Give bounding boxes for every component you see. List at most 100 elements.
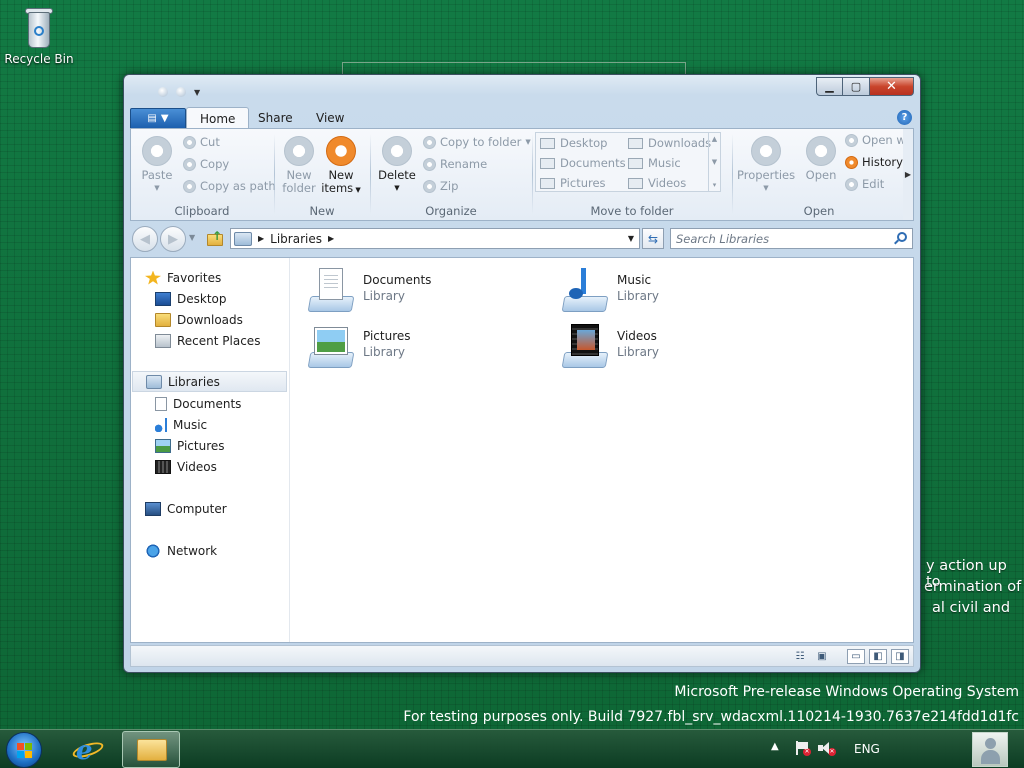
move-to-music-item[interactable]: Music bbox=[628, 156, 681, 170]
volume-muted-icon[interactable]: ✕ bbox=[818, 741, 836, 756]
recycle-bin-icon bbox=[22, 6, 56, 50]
gallery-expand-icon[interactable]: ▾ bbox=[713, 181, 717, 189]
nav-recent-places[interactable]: Recent Places bbox=[155, 330, 260, 351]
move-to-documents-item[interactable]: Documents bbox=[540, 156, 626, 170]
library-tile-videos[interactable]: Videos Library bbox=[561, 322, 801, 376]
music-icon bbox=[155, 417, 167, 432]
breadcrumb-libraries[interactable]: Libraries bbox=[270, 232, 322, 246]
nav-favorites[interactable]: Favorites bbox=[145, 267, 221, 288]
minimize-button[interactable]: ▁ bbox=[816, 77, 843, 96]
scroll-down-icon[interactable]: ▼ bbox=[712, 158, 717, 166]
nav-favorites-label: Favorites bbox=[167, 270, 222, 285]
properties-button[interactable]: Properties ▼ bbox=[737, 133, 795, 195]
open-button[interactable]: Open bbox=[799, 133, 843, 182]
breadcrumb-chevron-icon[interactable]: ▶ bbox=[328, 234, 334, 243]
details-pane-toggle-icon[interactable]: ◧ bbox=[869, 649, 887, 664]
nav-network[interactable]: Network bbox=[145, 540, 217, 561]
open-with-button[interactable]: Open w bbox=[845, 131, 906, 149]
navigation-pane-toggle-icon[interactable]: ▭ bbox=[847, 649, 865, 664]
back-button[interactable]: ◀ bbox=[132, 226, 158, 252]
address-bar[interactable]: ▶ Libraries ▶ ▼ bbox=[230, 228, 640, 249]
maximize-button[interactable]: ▢ bbox=[843, 77, 870, 96]
user-tile-icon[interactable] bbox=[972, 732, 1008, 767]
nav-music[interactable]: Music bbox=[155, 414, 207, 435]
library-tile-pictures[interactable]: Pictures Library bbox=[307, 322, 547, 376]
zip-button[interactable]: Zip bbox=[423, 177, 458, 195]
new-folder-label-line2: folder bbox=[282, 181, 316, 195]
tab-view[interactable]: View bbox=[303, 107, 357, 129]
nav-videos[interactable]: Videos bbox=[155, 456, 217, 477]
cut-button[interactable]: Cut bbox=[183, 133, 220, 151]
delete-button[interactable]: Delete ▼ bbox=[375, 133, 419, 195]
navigation-pane: Favorites Desktop Downloads Recent Place… bbox=[131, 258, 290, 642]
breadcrumb-chevron-icon[interactable]: ▶ bbox=[258, 234, 264, 243]
quick-access-new-folder-icon[interactable] bbox=[176, 87, 186, 97]
ribbon-tabs: ▤ ▼ Home Share View ? bbox=[130, 107, 914, 129]
nav-desktop[interactable]: Desktop bbox=[155, 288, 227, 309]
nav-libraries[interactable]: Libraries bbox=[132, 371, 287, 392]
action-center-flag-icon[interactable]: ✕ bbox=[794, 741, 811, 756]
rename-button[interactable]: Rename bbox=[423, 155, 487, 173]
quick-access-properties-icon[interactable] bbox=[158, 87, 168, 97]
file-menu-button[interactable]: ▤ ▼ bbox=[130, 108, 186, 129]
open-group-label: Open bbox=[803, 204, 835, 218]
file-explorer-taskbar-button[interactable] bbox=[122, 731, 180, 768]
copy-to-folder-label: Copy to folder bbox=[440, 135, 522, 149]
clipboard-group-label: Clipboard bbox=[174, 204, 230, 218]
explorer-window: ▼ ▁ ▢ ✕ ▤ ▼ Home Share View ? Paste ▼ Cut… bbox=[123, 74, 921, 673]
close-button[interactable]: ✕ bbox=[870, 77, 914, 96]
eula-text-line-3: al civil and bbox=[932, 600, 1011, 616]
ribbon-overflow-arrow-icon[interactable]: ▶ bbox=[903, 129, 913, 220]
recycle-bin-shortcut[interactable]: Recycle Bin bbox=[4, 6, 74, 66]
move-to-videos-item[interactable]: Videos bbox=[628, 176, 686, 190]
move-to-desktop-label: Desktop bbox=[560, 136, 608, 150]
history-button[interactable]: History bbox=[845, 153, 903, 171]
move-to-folder-group-label: Move to folder bbox=[590, 204, 674, 218]
search-icon[interactable] bbox=[897, 232, 907, 242]
quick-access-customize-icon[interactable]: ▼ bbox=[194, 88, 200, 97]
search-input[interactable] bbox=[671, 229, 881, 248]
nav-pictures[interactable]: Pictures bbox=[155, 435, 225, 456]
large-icons-view-icon[interactable]: ▣ bbox=[813, 649, 831, 664]
search-box[interactable] bbox=[670, 228, 913, 249]
address-dropdown-icon[interactable]: ▼ bbox=[623, 234, 639, 243]
move-to-desktop-item[interactable]: Desktop bbox=[540, 136, 607, 150]
start-button[interactable] bbox=[6, 732, 42, 768]
edit-button[interactable]: Edit bbox=[845, 175, 884, 193]
preview-pane-toggle-icon[interactable]: ◨ bbox=[891, 649, 909, 664]
gallery-scrollbar[interactable]: ▲ ▼ ▾ bbox=[708, 133, 720, 191]
file-view: Documents Library Music Library Pictures Li… bbox=[291, 258, 913, 642]
tab-share[interactable]: Share bbox=[245, 107, 306, 129]
up-button[interactable]: ↑ bbox=[206, 229, 224, 247]
forward-button[interactable]: ▶ bbox=[160, 226, 186, 252]
details-view-icon[interactable]: ☷ bbox=[791, 649, 809, 664]
copy-button[interactable]: Copy bbox=[183, 155, 229, 173]
nav-documents[interactable]: Documents bbox=[155, 393, 241, 414]
new-folder-button[interactable]: New folder bbox=[277, 133, 321, 195]
nav-computer[interactable]: Computer bbox=[145, 498, 227, 519]
copy-to-folder-button[interactable]: Copy to folder ▼ bbox=[423, 133, 531, 151]
open-group: Properties ▼ Open Open w History Edit Op… bbox=[733, 129, 906, 220]
nav-computer-label: Computer bbox=[167, 501, 227, 516]
new-items-button[interactable]: New items ▼ bbox=[319, 133, 363, 197]
move-to-music-label: Music bbox=[648, 156, 681, 170]
move-to-folder-gallery: Desktop Downloads Documents Music Pictur… bbox=[535, 132, 721, 192]
language-indicator[interactable]: ENG bbox=[854, 742, 880, 756]
library-tile-music[interactable]: Music Library bbox=[561, 266, 801, 320]
help-icon[interactable]: ? bbox=[897, 110, 912, 125]
recent-locations-dropdown-icon[interactable]: ▼ bbox=[189, 233, 195, 242]
copy-as-path-button[interactable]: Copy as path bbox=[183, 177, 276, 195]
internet-explorer-taskbar-button[interactable]: e bbox=[70, 734, 106, 766]
copy-to-folder-icon bbox=[423, 135, 436, 149]
new-items-label-line2: items bbox=[321, 181, 354, 195]
move-to-pictures-item[interactable]: Pictures bbox=[540, 176, 606, 190]
nav-downloads[interactable]: Downloads bbox=[155, 309, 243, 330]
scroll-up-icon[interactable]: ▲ bbox=[712, 135, 717, 143]
library-tile-documents[interactable]: Documents Library bbox=[307, 266, 547, 320]
tab-home[interactable]: Home bbox=[186, 107, 250, 129]
show-hidden-icons-icon[interactable]: ▲ bbox=[771, 741, 779, 752]
paste-button[interactable]: Paste ▼ bbox=[135, 133, 179, 195]
open-label: Open bbox=[805, 168, 837, 182]
move-to-downloads-item[interactable]: Downloads bbox=[628, 136, 711, 150]
refresh-button[interactable]: ⇆ bbox=[642, 228, 664, 249]
